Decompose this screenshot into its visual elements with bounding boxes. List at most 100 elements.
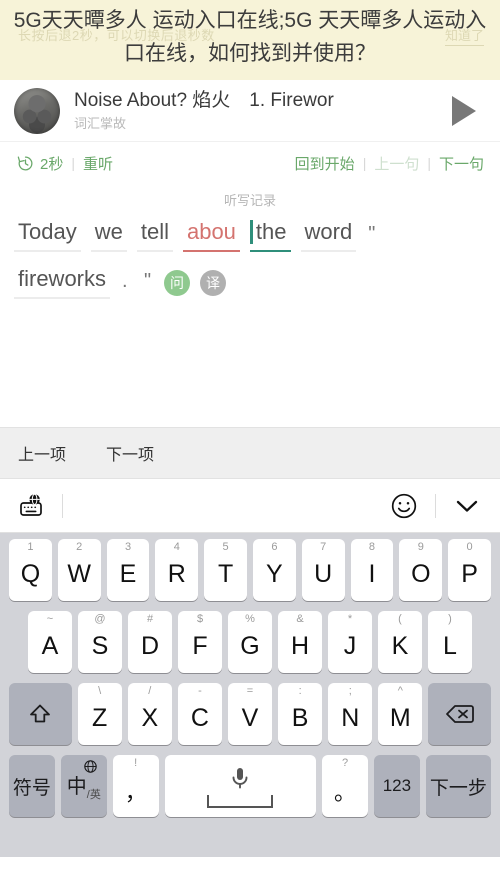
control-separator: | <box>71 155 75 171</box>
key-z[interactable]: \ Z <box>77 683 122 745</box>
player-title: Noise About? 焰火 1. Firewor <box>74 89 334 111</box>
lang-label-cn: 中 <box>66 776 87 798</box>
next-step-key[interactable]: 下一步 <box>425 755 492 817</box>
key-sup: 0 <box>466 541 473 553</box>
shift-key[interactable] <box>9 683 72 745</box>
back-to-start-button[interactable]: 回到开始 <box>295 153 355 174</box>
keyboard-row-4: 符号 中/英 ! ， ? 。 123 下一步 <box>3 755 497 817</box>
key-sup: 9 <box>417 541 424 553</box>
comma-key[interactable]: ! ， <box>112 755 159 817</box>
key-v[interactable]: = V <box>227 683 273 745</box>
key-label: O <box>411 559 431 588</box>
key-sup: * <box>347 613 353 625</box>
language-toggle-key[interactable]: 中/英 <box>60 755 107 817</box>
key-u[interactable]: 7U <box>301 539 345 601</box>
numbers-key[interactable]: 123 <box>373 755 420 817</box>
key-e[interactable]: 3E <box>106 539 150 601</box>
key-c[interactable]: -C <box>177 683 222 745</box>
backspace-key[interactable] <box>428 683 492 745</box>
symbols-key[interactable]: 符号 <box>8 755 55 817</box>
sentence-controls: 回到开始 | 上一句 | 下一句 <box>295 153 484 174</box>
key-i[interactable]: 8I <box>350 539 394 601</box>
rewind-control-group[interactable]: 2秒 | 重听 <box>16 153 113 174</box>
key-y[interactable]: 6Y <box>253 539 296 601</box>
next-sentence-button[interactable]: 下一句 <box>439 153 484 174</box>
audio-player: Noise About? 焰火 1. Firewor 词汇掌故 <box>0 80 500 142</box>
key-label: 。 <box>334 780 357 805</box>
key-j[interactable]: * J <box>328 611 372 673</box>
prev-item-button[interactable]: 上一项 <box>18 441 66 465</box>
replay-button[interactable]: 重听 <box>83 153 113 174</box>
key-label: V <box>241 703 259 732</box>
key-k[interactable]: (K <box>378 611 422 673</box>
dictation-word[interactable]: Today <box>14 219 81 252</box>
key-o[interactable]: 9O <box>399 539 443 601</box>
key-d[interactable]: # D <box>128 611 172 673</box>
key-label: J <box>343 631 357 660</box>
dictation-line-1: Today we tell abou the word " <box>0 219 500 252</box>
smiley-face-icon[interactable] <box>389 491 419 521</box>
key-x[interactable]: / X <box>127 683 172 745</box>
key-label: Y <box>266 559 283 588</box>
key-b[interactable]: :B <box>278 683 323 745</box>
key-m[interactable]: ^ M <box>378 683 423 745</box>
play-button[interactable] <box>442 89 486 133</box>
dictation-line-2: fireworks . " 问 译 <box>0 266 500 299</box>
key-sup: ; <box>348 685 352 697</box>
key-label: F <box>192 631 208 660</box>
playback-controls: 2秒 | 重听 回到开始 | 上一句 | 下一句 <box>0 142 500 184</box>
key-sup: % <box>245 613 255 625</box>
key-label: I <box>368 559 376 588</box>
globe-keyboard-icon[interactable] <box>18 493 46 519</box>
play-triangle-icon <box>452 95 476 126</box>
key-sup: & <box>296 613 304 625</box>
key-sup: 3 <box>124 541 132 553</box>
key-s[interactable]: @ S <box>78 611 122 673</box>
key-label: A <box>41 631 59 660</box>
dictation-punctuation: . <box>122 270 128 292</box>
key-g[interactable]: % G <box>228 611 272 673</box>
key-label: D <box>140 631 160 660</box>
period-key[interactable]: ? 。 <box>322 755 368 817</box>
rewind-clock-icon <box>17 156 33 170</box>
prev-sentence-button[interactable]: 上一句 <box>374 153 419 174</box>
key-r[interactable]: 4R <box>155 539 199 601</box>
key-l[interactable]: ) L <box>428 611 472 673</box>
player-text-block: Noise About? 焰火 1. Firewor 词汇掌故 <box>74 89 436 133</box>
next-item-button[interactable]: 下一项 <box>106 441 154 465</box>
key-p[interactable]: 0P <box>448 539 491 601</box>
key-q[interactable]: 1Q <box>9 539 52 601</box>
key-sup: : <box>298 685 302 697</box>
dictation-word[interactable]: fireworks <box>14 266 111 299</box>
dictation-word-incorrect[interactable]: abou <box>182 219 240 252</box>
key-a[interactable]: ~ A <box>28 611 72 673</box>
ask-question-badge[interactable]: 问 <box>164 270 191 296</box>
space-key[interactable] <box>164 755 317 817</box>
podcast-avatar <box>14 87 60 134</box>
key-w[interactable]: 2W <box>57 539 101 601</box>
chevron-down-icon[interactable] <box>452 494 482 518</box>
key-label: M <box>389 703 411 732</box>
key-sup: # <box>146 613 154 625</box>
dictation-word[interactable]: word <box>300 219 357 252</box>
dictation-word[interactable]: we <box>90 219 127 252</box>
key-n[interactable]: ; N <box>328 683 373 745</box>
dictation-word-active[interactable]: the <box>249 219 291 252</box>
player-subtitle: 词汇掌故 <box>74 115 127 131</box>
rewind-seconds-label: 2秒 <box>40 155 64 173</box>
key-sup: 6 <box>271 541 278 553</box>
keyboard-row-1: 1Q 2W 3E 4R 5T 6Y 7U 8I 9O 0P <box>3 539 497 601</box>
translate-badge[interactable]: 译 <box>200 270 227 296</box>
shift-up-arrow-icon <box>30 704 51 723</box>
key-sup: 4 <box>173 541 180 553</box>
key-sup: ! <box>134 757 138 769</box>
key-sup: $ <box>196 613 204 625</box>
key-h[interactable]: & H <box>278 611 322 673</box>
dictation-word[interactable]: tell <box>136 219 173 252</box>
key-f[interactable]: $ F <box>178 611 222 673</box>
control-separator-2: | <box>362 155 367 171</box>
key-sup: ? <box>341 757 349 769</box>
key-label: W <box>67 559 92 588</box>
virtual-keyboard: 1Q 2W 3E 4R 5T 6Y 7U 8I 9O 0P ~ A @ S # D $… <box>0 533 500 857</box>
key-t[interactable]: 5T <box>204 539 247 601</box>
